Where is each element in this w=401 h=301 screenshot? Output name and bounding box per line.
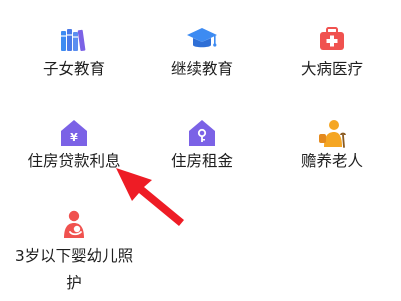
item-label: 3岁以下婴幼儿照护 [14,247,134,292]
item-serious-illness[interactable]: 大病医疗 [266,0,398,100]
svg-text:¥: ¥ [70,131,78,144]
item-children-education[interactable]: 子女教育 [8,0,140,100]
elderly-person-icon [316,117,348,149]
item-label: 大病医疗 [300,60,363,78]
mother-baby-icon [58,208,90,240]
pointer-arrow [116,168,184,226]
item-label: 赡养老人 [300,152,363,170]
books-icon [58,23,90,55]
item-continuing-education[interactable]: 继续教育 [136,0,268,100]
graduation-cap-icon [186,23,218,55]
item-label: 子女教育 [42,60,105,78]
house-yuan-icon: ¥ [58,117,90,149]
medical-kit-icon [316,23,348,55]
item-label: 继续教育 [170,60,233,78]
item-elderly-support[interactable]: 赡养老人 [266,100,398,200]
house-key-icon [186,117,218,149]
